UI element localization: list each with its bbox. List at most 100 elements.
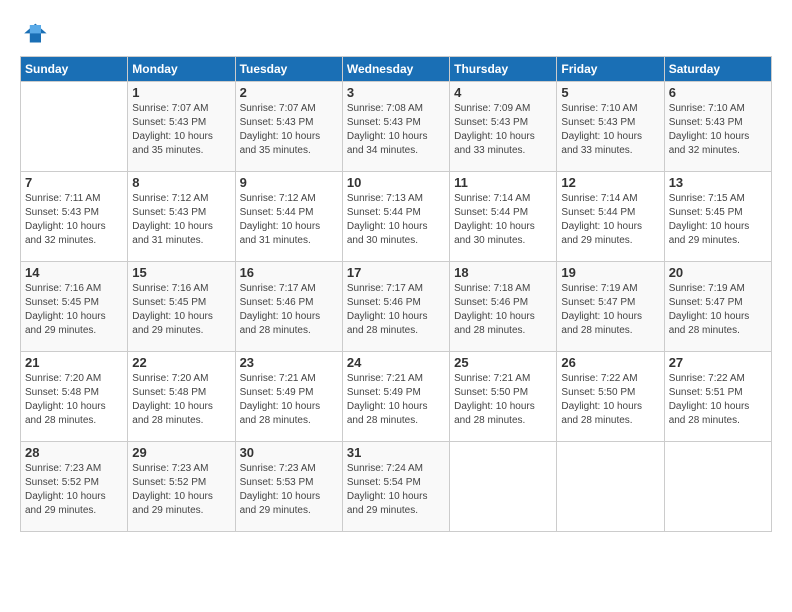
week-row-0: 1 Sunrise: 7:07 AM Sunset: 5:43 PM Daylig… [21, 82, 772, 172]
day-number: 4 [454, 85, 552, 100]
day-number: 3 [347, 85, 445, 100]
day-info: Sunrise: 7:10 AM Sunset: 5:43 PM Dayligh… [561, 102, 659, 158]
day-info: Sunrise: 7:17 AM Sunset: 5:46 PM Dayligh… [240, 282, 338, 338]
day-cell: 11Sunrise: 7:14 AM Sunset: 5:44 PM Dayli… [450, 172, 557, 262]
day-cell: 10 Sunrise: 7:13 AM Sunset: 5:44 PM Dayli… [342, 172, 449, 262]
day-cell: 1Sunrise: 7:07 AM Sunset: 5:43 PM Daylig… [128, 82, 235, 172]
day-info: Sunrise: 7:23 AM Sunset: 5:53 PM Dayligh… [240, 462, 338, 518]
day-number: 27 [669, 355, 767, 370]
day-number: 16 [240, 265, 338, 280]
day-info: Sunrise: 7:23 AM Sunset: 5:52 PM Dayligh… [25, 462, 123, 518]
day-info: Sunrise: 7:16 AM Sunset: 5:45 PM Dayligh… [132, 282, 230, 338]
day-info: Sunrise: 7:19 AM Sunset: 5:47 PM Dayligh… [561, 282, 659, 338]
day-info: Sunrise: 7:08 AM Sunset: 5:43 PM Dayligh… [347, 102, 445, 158]
day-cell: 5 Sunrise: 7:10 AM Sunset: 5:43 PM Daylig… [557, 82, 664, 172]
day-cell: 26 Sunrise: 7:22 AM Sunset: 5:50 PM Dayli… [557, 352, 664, 442]
day-info: Sunrise: 7:22 AM Sunset: 5:51 PM Dayligh… [669, 372, 767, 428]
day-info: Sunrise: 7:07 AM Sunset: 5:43 PM Dayligh… [240, 102, 338, 158]
day-number: 29 [132, 445, 230, 460]
day-cell: 25 Sunrise: 7:21 AM Sunset: 5:50 PM Dayli… [450, 352, 557, 442]
day-cell [664, 442, 771, 532]
day-cell: 23 Sunrise: 7:21 AM Sunset: 5:49 PM Dayli… [235, 352, 342, 442]
day-number: 12 [561, 175, 659, 190]
day-cell: 13Sunrise: 7:15 AM Sunset: 5:45 PM Dayli… [664, 172, 771, 262]
day-info: Sunrise: 7:21 AM Sunset: 5:49 PM Dayligh… [240, 372, 338, 428]
day-number: 22 [132, 355, 230, 370]
day-cell: 12 Sunrise: 7:14 AM Sunset: 5:44 PM Dayli… [557, 172, 664, 262]
day-info: Sunrise: 7:19 AM Sunset: 5:47 PM Dayligh… [669, 282, 767, 338]
header-cell-saturday: Saturday [664, 57, 771, 82]
day-cell: 28 Sunrise: 7:23 AM Sunset: 5:52 PM Dayli… [21, 442, 128, 532]
day-info: Sunrise: 7:18 AM Sunset: 5:46 PM Dayligh… [454, 282, 552, 338]
day-number: 2 [240, 85, 338, 100]
day-info: Sunrise: 7:12 AM Sunset: 5:43 PM Dayligh… [132, 192, 230, 248]
day-number: 15 [132, 265, 230, 280]
day-cell: 3 Sunrise: 7:08 AM Sunset: 5:43 PM Daylig… [342, 82, 449, 172]
day-info: Sunrise: 7:10 AM Sunset: 5:43 PM Dayligh… [669, 102, 767, 158]
day-info: Sunrise: 7:20 AM Sunset: 5:48 PM Dayligh… [132, 372, 230, 428]
day-number: 24 [347, 355, 445, 370]
day-info: Sunrise: 7:14 AM Sunset: 5:44 PM Dayligh… [561, 192, 659, 248]
header-cell-monday: Monday [128, 57, 235, 82]
header-cell-tuesday: Tuesday [235, 57, 342, 82]
calendar-body: 1 Sunrise: 7:07 AM Sunset: 5:43 PM Daylig… [21, 82, 772, 532]
day-cell: 7 Sunrise: 7:11 AM Sunset: 5:43 PM Daylig… [21, 172, 128, 262]
day-cell: 24 Sunrise: 7:21 AM Sunset: 5:49 PM Dayli… [342, 352, 449, 442]
page-container: SundayMondayTuesdayWednesdayThursdayFrid… [0, 0, 792, 542]
day-number: 10 [347, 175, 445, 190]
day-cell [557, 442, 664, 532]
header-row-days: SundayMondayTuesdayWednesdayThursdayFrid… [21, 57, 772, 82]
day-cell: 15 Sunrise: 7:16 AM Sunset: 5:45 PM Dayli… [128, 262, 235, 352]
day-cell: 19 Sunrise: 7:19 AM Sunset: 5:47 PM Dayli… [557, 262, 664, 352]
day-number: 5 [561, 85, 659, 100]
day-number: 31 [347, 445, 445, 460]
day-cell: 16 Sunrise: 7:17 AM Sunset: 5:46 PM Dayli… [235, 262, 342, 352]
day-cell: 18 Sunrise: 7:18 AM Sunset: 5:46 PM Dayli… [450, 262, 557, 352]
day-number: 21 [25, 355, 123, 370]
day-cell: 20Sunrise: 7:19 AM Sunset: 5:47 PM Dayli… [664, 262, 771, 352]
day-number: 25 [454, 355, 552, 370]
day-cell [21, 82, 128, 172]
day-info: Sunrise: 7:09 AM Sunset: 5:43 PM Dayligh… [454, 102, 552, 158]
header-cell-thursday: Thursday [450, 57, 557, 82]
day-info: Sunrise: 7:21 AM Sunset: 5:49 PM Dayligh… [347, 372, 445, 428]
calendar-header: SundayMondayTuesdayWednesdayThursdayFrid… [21, 57, 772, 82]
day-cell: 21 Sunrise: 7:20 AM Sunset: 5:48 PM Dayli… [21, 352, 128, 442]
day-number: 19 [561, 265, 659, 280]
day-cell: 8Sunrise: 7:12 AM Sunset: 5:43 PM Daylig… [128, 172, 235, 262]
calendar-table: SundayMondayTuesdayWednesdayThursdayFrid… [20, 56, 772, 532]
day-number: 26 [561, 355, 659, 370]
day-info: Sunrise: 7:16 AM Sunset: 5:45 PM Dayligh… [25, 282, 123, 338]
day-cell: 9Sunrise: 7:12 AM Sunset: 5:44 PM Daylig… [235, 172, 342, 262]
day-info: Sunrise: 7:23 AM Sunset: 5:52 PM Dayligh… [132, 462, 230, 518]
week-row-4: 28 Sunrise: 7:23 AM Sunset: 5:52 PM Dayli… [21, 442, 772, 532]
day-number: 1 [132, 85, 230, 100]
day-cell: 29 Sunrise: 7:23 AM Sunset: 5:52 PM Dayli… [128, 442, 235, 532]
day-info: Sunrise: 7:17 AM Sunset: 5:46 PM Dayligh… [347, 282, 445, 338]
day-number: 6 [669, 85, 767, 100]
day-info: Sunrise: 7:11 AM Sunset: 5:43 PM Dayligh… [25, 192, 123, 248]
week-row-3: 21 Sunrise: 7:20 AM Sunset: 5:48 PM Dayli… [21, 352, 772, 442]
logo [20, 18, 52, 46]
day-info: Sunrise: 7:13 AM Sunset: 5:44 PM Dayligh… [347, 192, 445, 248]
day-number: 23 [240, 355, 338, 370]
day-number: 14 [25, 265, 123, 280]
day-info: Sunrise: 7:22 AM Sunset: 5:50 PM Dayligh… [561, 372, 659, 428]
day-number: 28 [25, 445, 123, 460]
day-info: Sunrise: 7:12 AM Sunset: 5:44 PM Dayligh… [240, 192, 338, 248]
header-cell-wednesday: Wednesday [342, 57, 449, 82]
day-number: 18 [454, 265, 552, 280]
day-number: 17 [347, 265, 445, 280]
day-cell [450, 442, 557, 532]
header-cell-friday: Friday [557, 57, 664, 82]
day-number: 7 [25, 175, 123, 190]
header-cell-sunday: Sunday [21, 57, 128, 82]
day-info: Sunrise: 7:15 AM Sunset: 5:45 PM Dayligh… [669, 192, 767, 248]
day-info: Sunrise: 7:20 AM Sunset: 5:48 PM Dayligh… [25, 372, 123, 428]
day-info: Sunrise: 7:21 AM Sunset: 5:50 PM Dayligh… [454, 372, 552, 428]
day-cell: 27 Sunrise: 7:22 AM Sunset: 5:51 PM Dayli… [664, 352, 771, 442]
day-cell: 14 Sunrise: 7:16 AM Sunset: 5:45 PM Dayli… [21, 262, 128, 352]
week-row-1: 7 Sunrise: 7:11 AM Sunset: 5:43 PM Daylig… [21, 172, 772, 262]
day-cell: 6 Sunrise: 7:10 AM Sunset: 5:43 PM Daylig… [664, 82, 771, 172]
day-cell: 2 Sunrise: 7:07 AM Sunset: 5:43 PM Daylig… [235, 82, 342, 172]
